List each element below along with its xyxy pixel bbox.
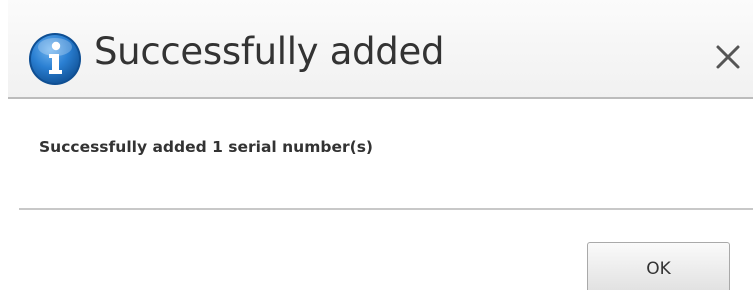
dialog-message: Successfully added 1 serial number(s): [39, 138, 374, 156]
ok-button[interactable]: OK: [587, 242, 730, 290]
dialog-title: Successfully added: [94, 30, 445, 73]
dialog-divider: [19, 208, 753, 210]
success-dialog: Successfully added Successfully added 1 …: [0, 0, 753, 290]
close-icon[interactable]: [711, 40, 745, 74]
dialog-titlebar: Successfully added: [8, 0, 753, 99]
info-icon: [29, 33, 81, 85]
